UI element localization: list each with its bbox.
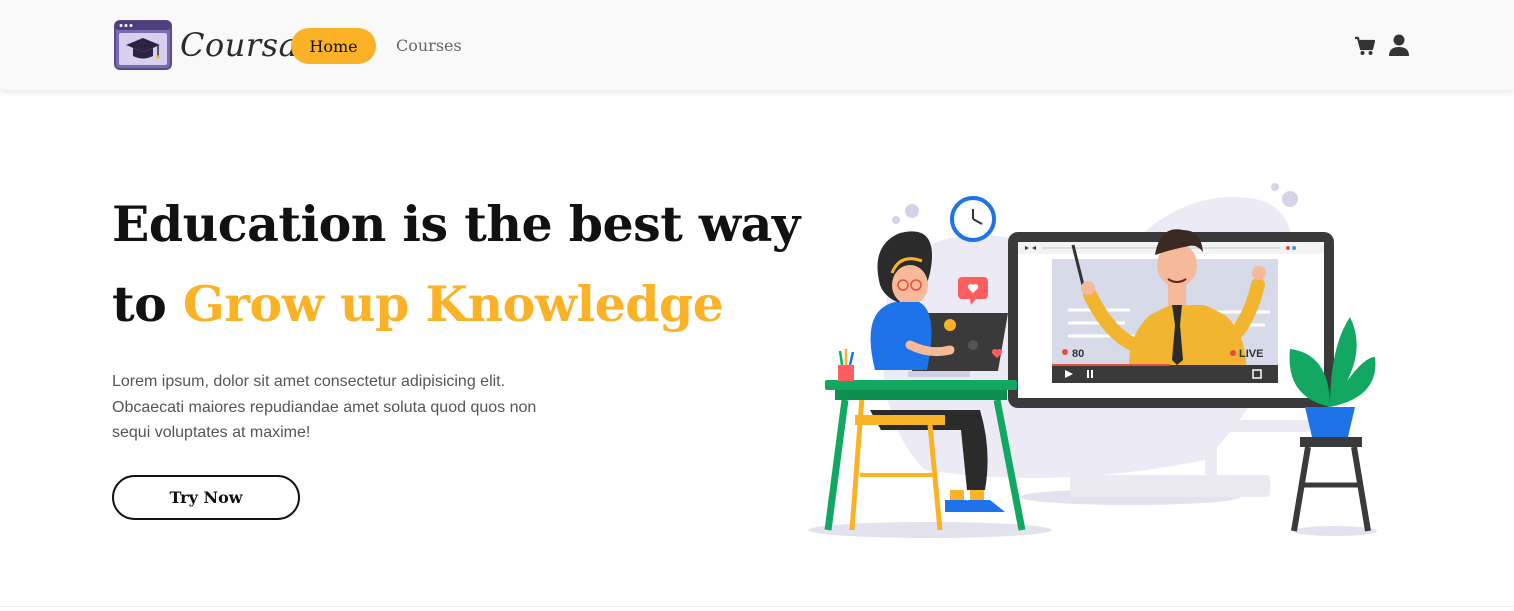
hero-description: Lorem ipsum, dolor sit amet consectetur … — [112, 373, 537, 441]
online-learning-illustration: 80 LIVE — [808, 183, 1377, 538]
navbar: Coursatk Home Courses — [0, 0, 1514, 90]
nav-home-link[interactable]: Home — [291, 28, 376, 64]
try-now-button[interactable]: Try Now — [112, 475, 300, 520]
live-label: LIVE — [1239, 348, 1263, 360]
graduation-cap-window-icon — [114, 20, 172, 70]
section-divider — [0, 606, 1514, 607]
shopping-cart-icon[interactable] — [1354, 36, 1376, 56]
hero-title-accent: Grow up Knowledge — [182, 275, 724, 333]
hero-title-line1: Education is the best way — [112, 195, 800, 253]
hero-title: Education is the best way to Grow up Kno… — [112, 184, 800, 344]
nav-courses-link[interactable]: Courses — [396, 36, 462, 55]
hero-title-prefix: to — [112, 275, 167, 333]
viewer-count: 80 — [1072, 348, 1084, 360]
user-icon[interactable] — [1389, 34, 1409, 56]
